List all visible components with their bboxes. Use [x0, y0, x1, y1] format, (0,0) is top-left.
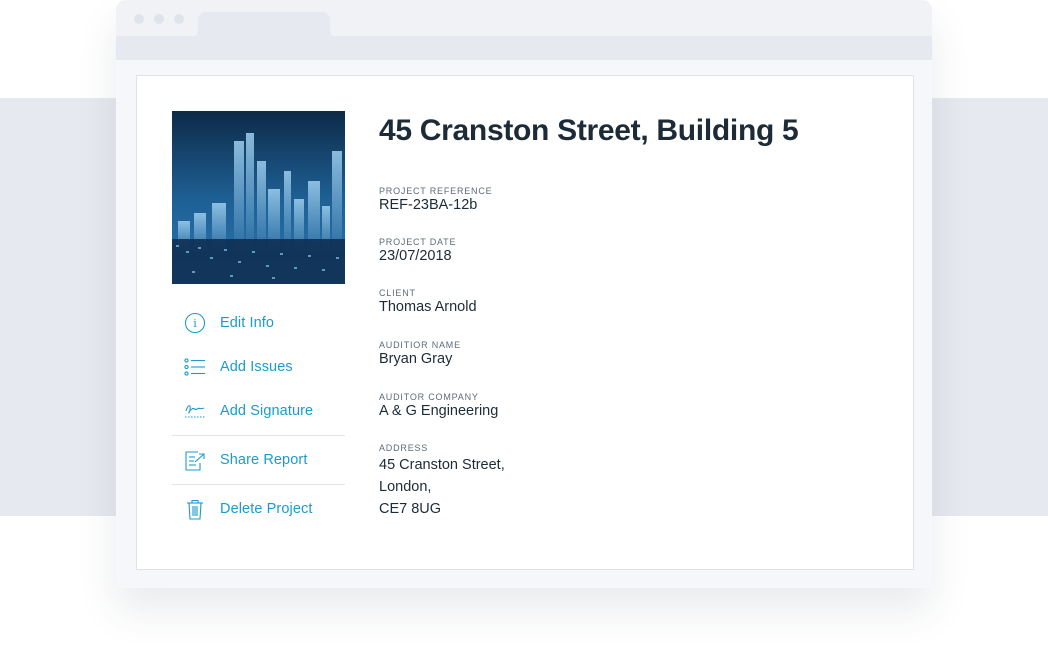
add-issues-button[interactable]: Add Issues: [172, 345, 345, 389]
field-project-reference: PROJECT REFERENCE REF-23BA-12b: [379, 186, 879, 214]
project-actions: i Edit Info Add Issues Add Signature Sha…: [172, 301, 345, 531]
project-card: i Edit Info Add Issues Add Signature Sha…: [136, 75, 914, 570]
field-value: REF-23BA-12b: [379, 197, 478, 213]
address-line: 45 Cranston Street,: [379, 457, 505, 473]
field-auditor-name: AUDITIOR NAME Bryan Gray: [379, 340, 879, 368]
info-icon: i: [172, 312, 220, 334]
address-line: London,: [379, 479, 432, 495]
field-address: ADDRESS 45 Cranston Street, London, CE7 …: [379, 443, 879, 520]
field-value: 23/07/2018: [379, 248, 452, 264]
window-close-dot[interactable]: [134, 14, 144, 24]
add-issues-label: Add Issues: [220, 359, 293, 375]
share-report-label: Share Report: [220, 452, 308, 468]
divider: [172, 435, 345, 436]
field-label: ADDRESS: [379, 443, 429, 453]
field-client: CLIENT Thomas Arnold: [379, 288, 879, 316]
field-label: PROJECT REFERENCE: [379, 186, 493, 196]
list-icon: [172, 358, 220, 376]
field-value: A & G Engineering: [379, 403, 499, 419]
add-signature-button[interactable]: Add Signature: [172, 389, 345, 433]
add-signature-label: Add Signature: [220, 403, 314, 419]
browser-window: i Edit Info Add Issues Add Signature Sha…: [116, 0, 932, 588]
trash-icon: [172, 498, 220, 520]
delete-project-button[interactable]: Delete Project: [172, 487, 345, 531]
edit-info-button[interactable]: i Edit Info: [172, 301, 345, 345]
edit-info-label: Edit Info: [220, 315, 275, 331]
city-skyline-image: [172, 111, 345, 284]
browser-toolbar: [116, 36, 932, 60]
field-label: PROJECT DATE: [379, 237, 457, 247]
field-project-date: PROJECT DATE 23/07/2018: [379, 237, 879, 265]
field-label: AUDITOR COMPANY: [379, 392, 479, 402]
project-photo: [172, 111, 345, 284]
delete-project-label: Delete Project: [220, 501, 313, 517]
address-line: CE7 8UG: [379, 501, 442, 517]
share-report-icon: [172, 449, 220, 471]
field-value: Bryan Gray: [379, 351, 453, 367]
window-maximize-dot[interactable]: [174, 14, 184, 24]
field-label: CLIENT: [379, 288, 416, 298]
divider: [172, 484, 345, 485]
field-auditor-company: AUDITOR COMPANY A & G Engineering: [379, 392, 879, 420]
svg-text:i: i: [193, 317, 197, 330]
project-title: 45 Cranston Street, Building 5: [379, 114, 799, 147]
field-label: AUDITIOR NAME: [379, 340, 461, 350]
browser-tab[interactable]: [190, 12, 338, 38]
project-details: 45 Cranston Street, Building 5 PROJECT R…: [379, 112, 879, 520]
field-value: Thomas Arnold: [379, 299, 477, 315]
signature-icon: [172, 402, 220, 420]
browser-titlebar: [116, 0, 932, 38]
share-report-button[interactable]: Share Report: [172, 438, 345, 482]
window-minimize-dot[interactable]: [154, 14, 164, 24]
